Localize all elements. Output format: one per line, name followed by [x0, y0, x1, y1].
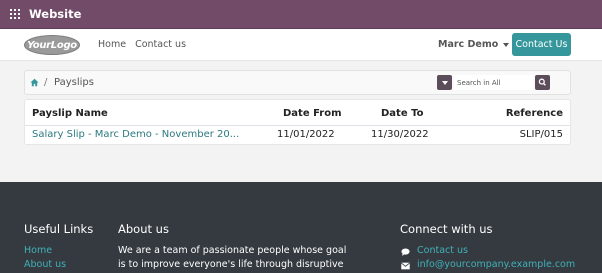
footer-email-link[interactable]: info@yourcompany.example.com: [417, 259, 575, 270]
app-topbar: Website: [0, 0, 602, 29]
contact-us-button[interactable]: Contact Us: [512, 33, 571, 56]
app-title[interactable]: Website: [29, 7, 81, 21]
breadcrumb: / Payslips: [24, 70, 571, 95]
grid-icon[interactable]: [10, 9, 20, 19]
user-menu[interactable]: Marc Demo: [438, 39, 510, 50]
breadcrumb-separator: /: [44, 77, 48, 88]
logo[interactable]: YourLogo: [24, 35, 80, 55]
row-divider: [25, 125, 570, 126]
caret-down-icon: [503, 42, 510, 47]
site-footer: Useful Links Home About us About us We a…: [0, 182, 602, 273]
payslips-table: Payslip Name Date From Date To Reference…: [24, 99, 571, 145]
payslip-name-link[interactable]: Salary Slip - Marc Demo - November 20...: [32, 129, 239, 140]
envelope-icon: [401, 262, 410, 270]
search-input[interactable]: [454, 75, 533, 90]
main-nav: Home Contact us: [98, 39, 186, 50]
about-us-heading: About us: [118, 222, 169, 236]
breadcrumb-current: Payslips: [54, 77, 94, 88]
column-header-payslip-name[interactable]: Payslip Name: [32, 108, 108, 119]
footer-home-link[interactable]: Home: [24, 245, 52, 256]
connect-heading: Connect with us: [400, 222, 493, 236]
search-icon: [538, 78, 546, 86]
column-header-date-from[interactable]: Date From: [283, 108, 342, 119]
home-icon[interactable]: [30, 78, 39, 87]
about-us-text: We are a team of passionate people whose…: [118, 245, 347, 270]
footer-contact-link[interactable]: Contact us: [417, 245, 468, 256]
caret-down-icon: [441, 80, 448, 85]
column-header-reference[interactable]: Reference: [506, 108, 563, 119]
nav-home-link[interactable]: Home: [98, 39, 126, 50]
reference-cell: SLIP/015: [519, 129, 563, 140]
column-header-date-to[interactable]: Date To: [381, 108, 423, 119]
user-name: Marc Demo: [438, 39, 499, 50]
date-from-cell: 11/01/2022: [277, 129, 335, 140]
search-button[interactable]: [535, 75, 550, 90]
footer-about-link[interactable]: About us: [24, 259, 66, 270]
useful-links-heading: Useful Links: [24, 222, 94, 236]
date-to-cell: 11/30/2022: [371, 129, 429, 140]
chat-icon: [401, 248, 410, 256]
site-header: YourLogo Home Contact us Marc Demo Conta…: [0, 29, 602, 61]
search-filter-dropdown[interactable]: [437, 75, 452, 90]
nav-contact-link[interactable]: Contact us: [135, 39, 186, 50]
